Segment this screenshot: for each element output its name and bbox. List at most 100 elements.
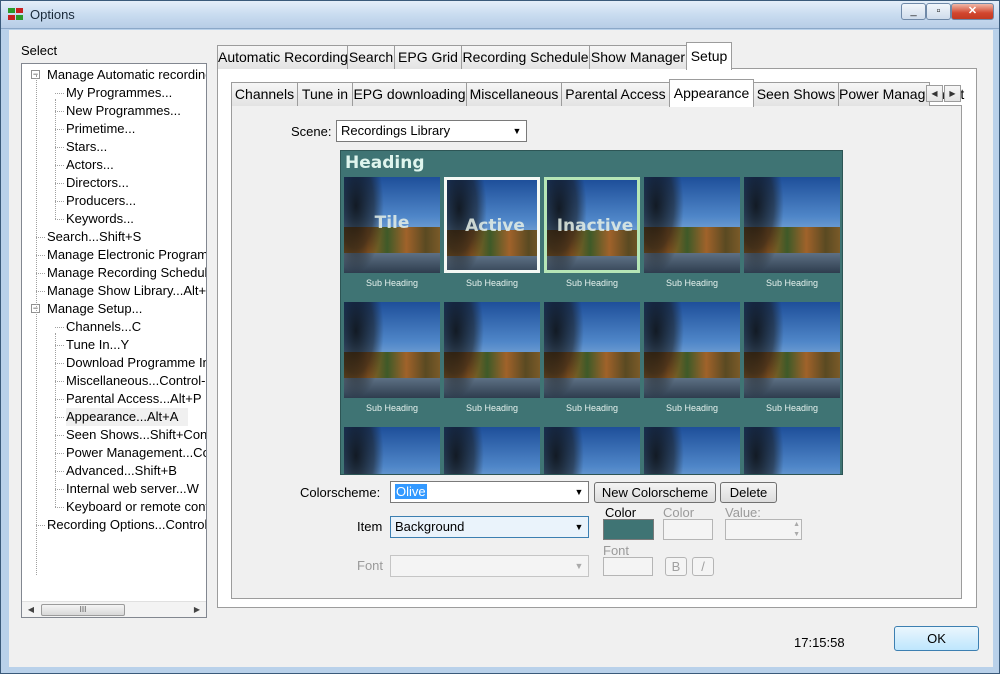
tree-item[interactable]: Manage Electronic Programme Guide xyxy=(47,246,206,264)
tab-scroll-left-icon[interactable]: ◀ xyxy=(926,85,943,102)
tree-root-line xyxy=(36,75,37,575)
tab-setup[interactable]: Setup xyxy=(686,42,732,70)
tree-item[interactable]: Producers... xyxy=(66,192,136,210)
preview-tile xyxy=(644,427,740,474)
tree-connector xyxy=(55,201,64,202)
tree-item[interactable]: Search...Shift+S xyxy=(47,228,141,246)
color-swatch[interactable] xyxy=(603,519,654,540)
tree-connector xyxy=(55,111,64,112)
tree-item[interactable]: Advanced...Shift+B xyxy=(66,462,177,480)
tile-subheading: Sub Heading xyxy=(765,403,819,413)
font-select: ▼ xyxy=(390,555,589,577)
colorscheme-value: Olive xyxy=(395,484,427,499)
tree-item[interactable]: Internal web server...W xyxy=(66,480,199,498)
tab-parental-access[interactable]: Parental Access xyxy=(561,82,670,106)
inner-tab-strip: Channels Tune in EPG downloading Miscellane… xyxy=(231,79,964,107)
minimize-button[interactable]: _ xyxy=(901,3,926,20)
tree-item[interactable]: Keywords... xyxy=(66,210,134,228)
tree-item[interactable]: Directors... xyxy=(66,174,129,192)
tree-connector xyxy=(55,93,64,94)
tab-automatic-recording[interactable]: Automatic Recording xyxy=(217,45,348,69)
item-label: Item xyxy=(357,519,383,534)
tile-label: Inactive xyxy=(556,216,634,236)
tree-item[interactable]: Parental Access...Alt+P xyxy=(66,390,201,408)
tab-epg-grid[interactable]: EPG Grid xyxy=(394,45,462,69)
tree-item[interactable]: My Programmes... xyxy=(66,84,172,102)
tab-seen-shows[interactable]: Seen Shows xyxy=(753,82,839,106)
tree-item[interactable]: Manage Automatic recording... xyxy=(47,66,206,84)
tree-connector xyxy=(36,255,45,256)
scroll-left-icon[interactable]: ◀ xyxy=(24,603,38,617)
tab-tune-in[interactable]: Tune in xyxy=(297,82,353,106)
tree-connector xyxy=(55,453,64,454)
app-icon xyxy=(8,8,24,22)
tree-item[interactable]: Download Programme Info xyxy=(66,354,206,372)
maximize-button[interactable]: ▫ xyxy=(926,3,951,20)
tab-appearance[interactable]: Appearance xyxy=(669,79,754,107)
preview-tile xyxy=(344,302,440,398)
colorscheme-select[interactable]: Olive ▼ xyxy=(390,481,589,503)
scroll-thumb[interactable]: III xyxy=(41,604,125,616)
tree-connector xyxy=(55,363,64,364)
font-small-label: Font xyxy=(603,543,630,558)
title-bar[interactable]: Options _ ▫ ✕ xyxy=(1,1,999,29)
tree-item[interactable]: Keyboard or remote control xyxy=(66,498,206,516)
tree-item[interactable]: Appearance...Alt+A xyxy=(66,408,189,426)
tab-scroll-right-icon[interactable]: ▶ xyxy=(944,85,961,102)
scene-label: Scene: xyxy=(291,124,332,139)
delete-button[interactable]: Delete xyxy=(720,482,777,503)
scroll-right-icon[interactable]: ▶ xyxy=(190,603,204,617)
dialog-client: Select − Manage Automatic recording... My … xyxy=(9,30,993,667)
tree-connector xyxy=(55,345,64,346)
preview-tile xyxy=(644,302,740,398)
tree-item[interactable]: Actors... xyxy=(66,156,114,174)
tree-horizontal-scrollbar[interactable]: ◀ III ▶ xyxy=(22,601,206,617)
tile-subheading: Sub Heading xyxy=(565,278,619,288)
tree-connector xyxy=(55,183,64,184)
scene-select[interactable]: Recordings Library ▼ xyxy=(336,120,527,142)
preview-tile xyxy=(544,302,640,398)
options-tree[interactable]: − Manage Automatic recording... My Program… xyxy=(21,63,207,618)
tree-item[interactable]: Power Management...Control xyxy=(66,444,206,462)
tree-item[interactable]: Manage Recording Schedule xyxy=(47,264,206,282)
tree-item[interactable]: Manage Show Library...Alt+L xyxy=(47,282,206,300)
close-button[interactable]: ✕ xyxy=(951,3,994,20)
tree-item[interactable]: Channels...C xyxy=(66,318,141,336)
item-select[interactable]: Background ▼ xyxy=(390,516,589,538)
spin-down-icon: ▼ xyxy=(793,531,800,538)
tree-item[interactable]: Miscellaneous...Control-M xyxy=(66,372,206,390)
tile-tree-silhouette xyxy=(444,427,484,474)
tree-item[interactable]: New Programmes... xyxy=(66,102,181,120)
tile-tree-silhouette xyxy=(344,302,384,398)
tab-recording-schedule[interactable]: Recording Schedule xyxy=(461,45,590,69)
bold-button[interactable]: B xyxy=(665,557,687,576)
tree-connector xyxy=(55,147,64,148)
tree-item[interactable]: Manage Setup... xyxy=(47,300,142,318)
new-colorscheme-button[interactable]: New Colorscheme xyxy=(594,482,716,503)
tree-item[interactable]: Tune In...Y xyxy=(66,336,129,354)
scene-select-value: Recordings Library xyxy=(341,123,451,138)
tile-subheading: Sub Heading xyxy=(365,403,419,413)
ok-button[interactable]: OK xyxy=(894,626,979,651)
tile-tree-silhouette xyxy=(744,427,784,474)
tab-epg-downloading[interactable]: EPG downloading xyxy=(352,82,467,106)
tree-connector xyxy=(55,219,64,220)
tile-tree-silhouette xyxy=(444,302,484,398)
tree-item[interactable]: Recording Options...Control+R xyxy=(47,516,206,534)
spin-up-icon: ▲ xyxy=(793,521,800,528)
tile-tree-silhouette xyxy=(644,177,684,273)
tree-item[interactable]: Seen Shows...Shift+Control xyxy=(66,426,206,444)
select-label: Select xyxy=(21,43,58,58)
tree-item[interactable]: Primetime... xyxy=(66,120,135,138)
tab-show-manager[interactable]: Show Manager xyxy=(589,45,687,69)
tab-channels[interactable]: Channels xyxy=(231,82,298,106)
theme-preview: Heading Tile Sub Heading Active Sub Heading… xyxy=(340,150,843,475)
tab-search[interactable]: Search xyxy=(347,45,395,69)
tab-power-management[interactable]: Power Management xyxy=(838,82,964,106)
tree-content: − Manage Automatic recording... My Program… xyxy=(22,64,206,602)
tree-item[interactable]: Stars... xyxy=(66,138,107,156)
tree-branch-line xyxy=(55,99,56,219)
italic-button[interactable]: / xyxy=(692,557,714,576)
preview-tile xyxy=(444,427,540,474)
tab-miscellaneous[interactable]: Miscellaneous xyxy=(466,82,562,106)
